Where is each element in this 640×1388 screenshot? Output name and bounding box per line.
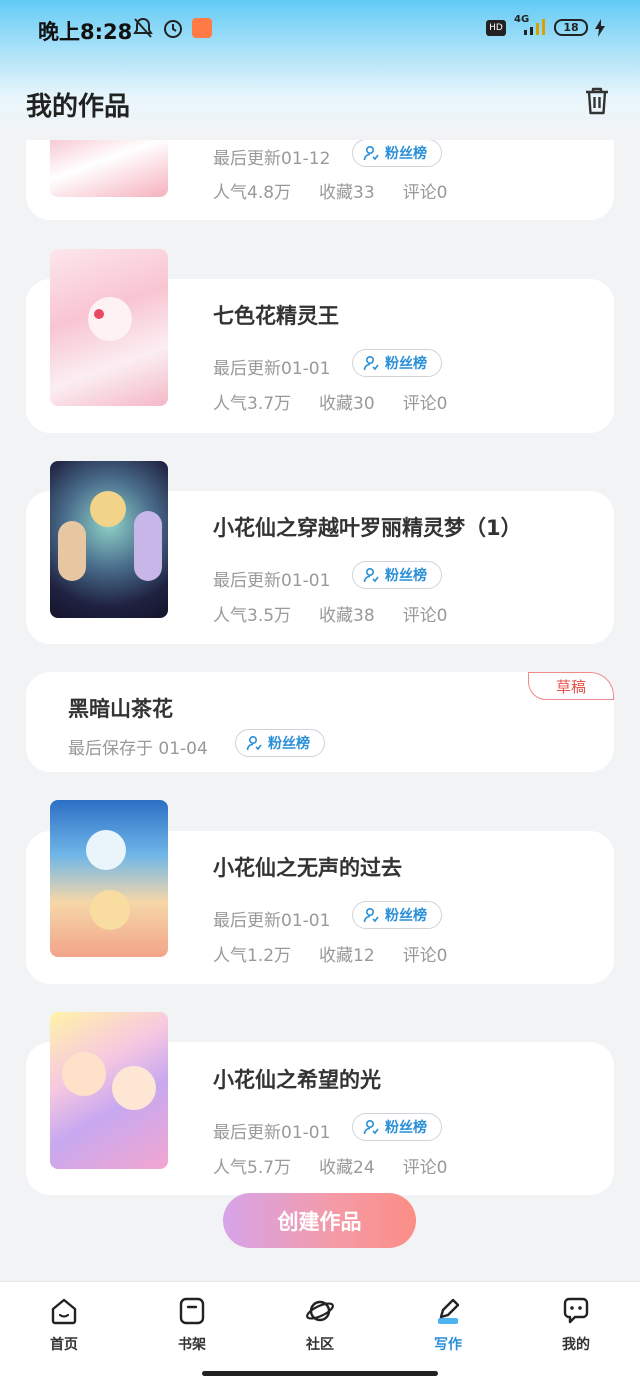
battery-icon: 18	[554, 19, 588, 36]
comments-count: 评论0	[402, 1158, 448, 1178]
favorites-count: 收藏33	[319, 183, 375, 203]
fans-ranking-button[interactable]: 粉丝榜	[352, 140, 442, 167]
work-title: 小花仙之穿越叶罗丽精灵梦（1）	[213, 516, 522, 540]
tab-label: 书架	[178, 1337, 206, 1353]
fans-ranking-label: 粉丝榜	[385, 146, 427, 162]
hd-icon: HD	[486, 20, 506, 36]
fans-ranking-button[interactable]: 粉丝榜	[352, 349, 442, 377]
comments-count: 评论0	[402, 946, 448, 966]
work-cover-image	[50, 140, 168, 197]
notification-muted-icon	[133, 17, 153, 38]
comments-count: 评论0	[402, 183, 448, 203]
alarm-icon	[164, 20, 182, 38]
work-title: 小花仙之无声的过去	[213, 856, 402, 880]
work-cover-image	[50, 461, 168, 618]
favorites-count: 收藏24	[319, 1158, 375, 1178]
draft-badge: 草稿	[528, 672, 614, 700]
tab-label: 社区	[306, 1337, 334, 1353]
user-icon	[246, 735, 262, 751]
popularity-count: 人气5.7万	[213, 1158, 292, 1178]
favorites-count: 收藏30	[319, 394, 375, 414]
user-icon	[363, 145, 379, 161]
fans-ranking-button[interactable]: 粉丝榜	[235, 729, 325, 757]
tab-bookshelf[interactable]: 书架	[152, 1296, 232, 1354]
favorites-count: 收藏38	[319, 606, 375, 626]
trash-icon[interactable]	[580, 84, 614, 118]
work-stats: 人气3.5万 收藏38 评论0	[213, 601, 476, 626]
work-updated: 最后更新01-12	[213, 149, 331, 169]
planet-icon	[306, 1300, 334, 1322]
tab-community[interactable]: 社区	[280, 1296, 360, 1354]
user-icon	[363, 567, 379, 583]
popularity-count: 人气1.2万	[213, 946, 292, 966]
comments-count: 评论0	[402, 394, 448, 414]
status-time: 晚上8:28	[38, 20, 133, 44]
work-stats: 人气1.2万 收藏12 评论0	[213, 941, 476, 966]
user-icon	[363, 907, 379, 923]
tab-mine[interactable]: 我的	[536, 1296, 616, 1354]
fans-ranking-button[interactable]: 粉丝榜	[352, 1113, 442, 1141]
tab-writing[interactable]: 写作	[408, 1296, 488, 1354]
work-stats: 人气3.7万 收藏30 评论0	[213, 389, 476, 414]
popularity-count: 人气4.8万	[213, 183, 292, 203]
work-stats: 人气5.7万 收藏24 评论0	[213, 1153, 476, 1178]
draft-saved-time: 最后保存于 01-04	[68, 739, 208, 759]
works-list[interactable]: 最后更新01-12 粉丝榜 人气4.8万 收藏33 评论0 七色花精灵王 最后更新0…	[0, 140, 640, 1280]
fans-ranking-label: 粉丝榜	[385, 568, 427, 584]
home-icon	[51, 1298, 77, 1325]
app-notification-icon	[192, 18, 212, 38]
work-title: 七色花精灵王	[213, 304, 339, 328]
charging-icon	[595, 19, 605, 37]
fans-ranking-label: 粉丝榜	[385, 1120, 427, 1136]
create-work-button[interactable]: 创建作品	[223, 1193, 416, 1248]
signal-icon	[524, 19, 545, 35]
tab-label: 首页	[50, 1337, 78, 1353]
favorites-count: 收藏12	[319, 946, 375, 966]
work-updated: 最后更新01-01	[213, 911, 331, 931]
fans-ranking-label: 粉丝榜	[385, 908, 427, 924]
fans-ranking-label: 粉丝榜	[385, 356, 427, 372]
pen-icon	[438, 1298, 460, 1324]
header-background: 晚上8:28 HD 4G 18 我的作品	[0, 0, 640, 140]
work-updated: 最后更新01-01	[213, 571, 331, 591]
tab-home[interactable]: 首页	[24, 1296, 104, 1354]
status-bar: 晚上8:28 HD 4G 18	[0, 0, 640, 60]
fans-ranking-button[interactable]: 粉丝榜	[352, 901, 442, 929]
draft-title: 黑暗山茶花	[68, 697, 173, 721]
work-cover-image	[50, 249, 168, 406]
home-indicator[interactable]	[202, 1371, 438, 1376]
popularity-count: 人气3.5万	[213, 606, 292, 626]
user-icon	[363, 1119, 379, 1135]
comments-count: 评论0	[402, 606, 448, 626]
work-updated: 最后更新01-01	[213, 1123, 331, 1143]
tab-label: 我的	[562, 1337, 590, 1353]
page-title: 我的作品	[26, 92, 131, 122]
bookshelf-icon	[179, 1297, 205, 1325]
chat-bubble-icon	[563, 1297, 589, 1324]
work-cover-image	[50, 1012, 168, 1169]
fans-ranking-label: 粉丝榜	[268, 736, 310, 752]
popularity-count: 人气3.7万	[213, 394, 292, 414]
user-icon	[363, 355, 379, 371]
fans-ranking-button[interactable]: 粉丝榜	[352, 561, 442, 589]
work-updated: 最后更新01-01	[213, 359, 331, 379]
work-stats: 人气4.8万 收藏33 评论0	[213, 178, 476, 203]
work-title: 小花仙之希望的光	[213, 1068, 381, 1092]
tab-label: 写作	[434, 1337, 462, 1353]
work-cover-image	[50, 800, 168, 957]
